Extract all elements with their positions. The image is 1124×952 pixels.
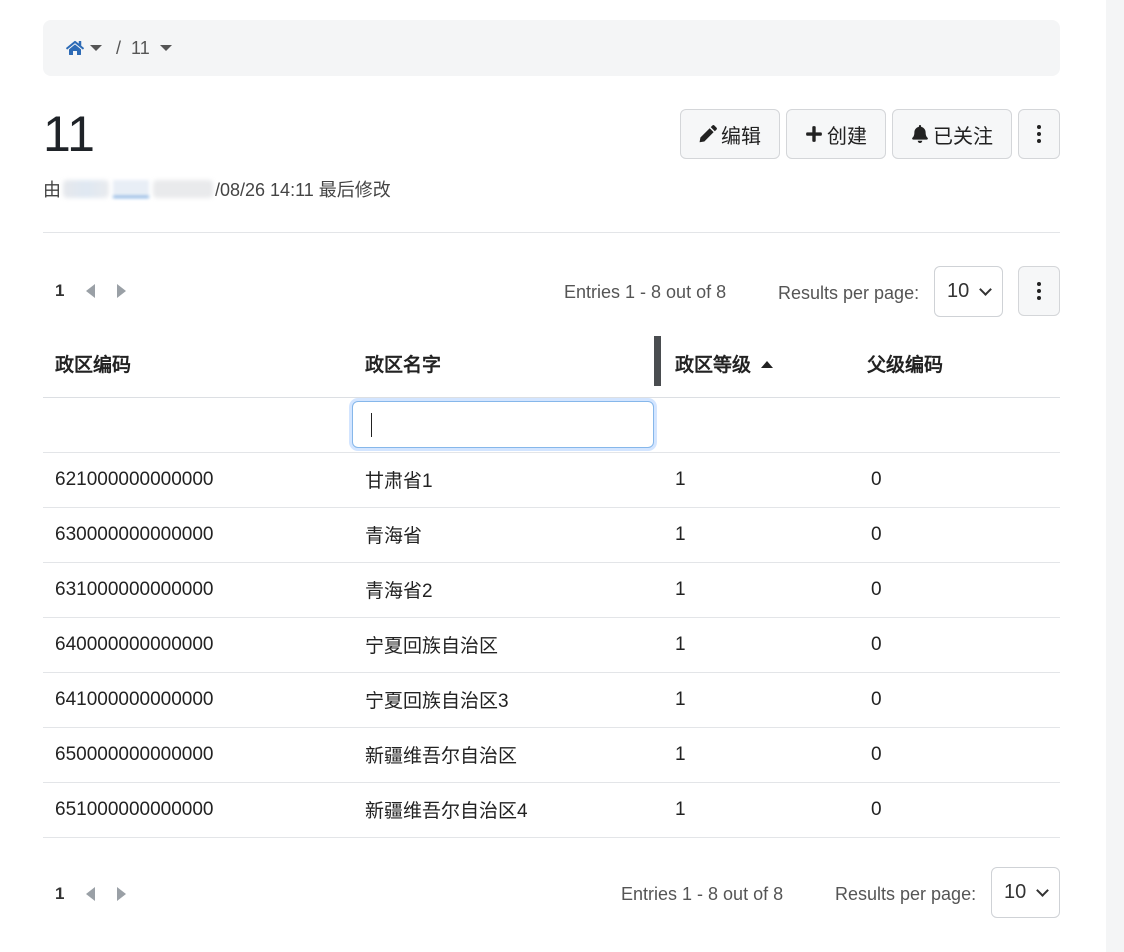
create-button[interactable]: 创建 <box>786 109 886 159</box>
home-icon[interactable] <box>66 40 84 56</box>
prev-page-icon[interactable] <box>86 284 96 298</box>
following-button[interactable]: 已关注 <box>892 109 1012 159</box>
cell-code: 640000000000000 <box>43 617 353 673</box>
column-resize-handle[interactable] <box>654 336 661 386</box>
results-per-page-label: Results per page: <box>778 283 920 303</box>
entries-summary: Entries 1 - 8 out of 8 <box>621 884 784 904</box>
chevron-down-icon <box>1036 884 1049 897</box>
next-page-icon[interactable] <box>117 887 127 901</box>
last-modified-info: 由 /08/26 14:11 最后修改 <box>43 176 391 202</box>
table-options-button[interactable] <box>1018 266 1060 316</box>
cell-name: 新疆维吾尔自治区 <box>353 727 655 783</box>
current-page[interactable]: 1 <box>55 884 64 904</box>
results-per-page-select[interactable]: 10 <box>934 266 1003 317</box>
kebab-icon <box>1037 125 1041 143</box>
cell-level: 1 <box>655 672 855 728</box>
results-per-page-value: 10 <box>947 280 970 302</box>
home-dropdown-caret-icon[interactable] <box>90 45 102 51</box>
redacted-date <box>153 180 213 198</box>
kebab-icon <box>1037 282 1041 300</box>
results-per-page-value: 10 <box>1004 881 1027 903</box>
redacted-user <box>63 180 109 198</box>
text-cursor <box>371 413 372 437</box>
scrollbar-track[interactable] <box>1106 0 1124 952</box>
table-row[interactable]: 650000000000000 新疆维吾尔自治区 1 0 <box>43 727 1060 783</box>
table-row[interactable]: 631000000000000 青海省2 1 0 <box>43 562 1060 618</box>
divider <box>43 232 1060 233</box>
pagination-bottom: 1 <box>55 884 127 904</box>
modified-prefix: 由 <box>43 180 61 200</box>
cell-level: 1 <box>655 782 855 838</box>
column-header-name[interactable]: 政区名字 <box>353 330 655 398</box>
sort-ascending-icon[interactable] <box>761 360 774 368</box>
plus-icon <box>806 126 822 142</box>
table-row[interactable]: 641000000000000 宁夏回族自治区3 1 0 <box>43 672 1060 728</box>
table-row[interactable]: 640000000000000 宁夏回族自治区 1 0 <box>43 617 1060 673</box>
cell-parent-code: 0 <box>855 672 1060 728</box>
cell-code: 631000000000000 <box>43 562 353 618</box>
entries-summary: Entries 1 - 8 out of 8 <box>564 282 727 302</box>
cell-code: 630000000000000 <box>43 507 353 563</box>
current-page[interactable]: 1 <box>55 281 64 301</box>
pagination-top: 1 <box>55 281 127 301</box>
cell-code: 650000000000000 <box>43 727 353 783</box>
breadcrumb: / 11 <box>43 20 1060 76</box>
cell-name: 甘肃省1 <box>353 452 655 508</box>
breadcrumb-separator: / <box>116 37 122 58</box>
cell-name: 宁夏回族自治区3 <box>353 672 655 728</box>
cell-level: 1 <box>655 452 855 508</box>
cell-parent-code: 0 <box>855 727 1060 783</box>
cell-parent-code: 0 <box>855 507 1060 563</box>
more-actions-button[interactable] <box>1018 109 1060 159</box>
cell-parent-code: 0 <box>855 562 1060 618</box>
table-header-row: 政区编码 政区名字 政区等级 父级编码 <box>43 330 1060 398</box>
column-header-code[interactable]: 政区编码 <box>43 330 353 398</box>
results-per-page-label: Results per page: <box>835 884 977 904</box>
cell-parent-code: 0 <box>855 782 1060 838</box>
table-row[interactable]: 651000000000000 新疆维吾尔自治区4 1 0 <box>43 782 1060 838</box>
cell-code: 641000000000000 <box>43 672 353 728</box>
table-row[interactable]: 630000000000000 青海省 1 0 <box>43 507 1060 563</box>
name-filter-input[interactable] <box>352 401 654 448</box>
cell-code: 621000000000000 <box>43 452 353 508</box>
page-actions: 编辑 创建 已关注 <box>680 109 1060 159</box>
cell-parent-code: 0 <box>855 617 1060 673</box>
cell-name: 新疆维吾尔自治区4 <box>353 782 655 838</box>
edit-button[interactable]: 编辑 <box>680 109 780 159</box>
cell-code: 651000000000000 <box>43 782 353 838</box>
cell-parent-code: 0 <box>855 452 1060 508</box>
pencil-icon <box>699 125 717 143</box>
results-per-page-select[interactable]: 10 <box>991 867 1060 918</box>
cell-name: 青海省 <box>353 507 655 563</box>
table-row[interactable]: 621000000000000 甘肃省1 1 0 <box>43 452 1060 508</box>
breadcrumb-current[interactable]: 11 <box>131 38 150 59</box>
bell-icon <box>912 125 928 143</box>
prev-page-icon[interactable] <box>86 887 96 901</box>
cell-level: 1 <box>655 507 855 563</box>
cell-level: 1 <box>655 562 855 618</box>
following-label: 已关注 <box>933 123 993 148</box>
page-title: 11 <box>43 106 95 162</box>
cell-level: 1 <box>655 727 855 783</box>
cell-name: 青海省2 <box>353 562 655 618</box>
filter-row <box>43 397 1060 453</box>
column-header-parent-code[interactable]: 父级编码 <box>855 330 1060 398</box>
next-page-icon[interactable] <box>117 284 127 298</box>
data-table: 政区编码 政区名字 政区等级 父级编码 621000000000000 甘肃省1 1… <box>43 330 1060 838</box>
create-label: 创建 <box>827 123 867 148</box>
breadcrumb-dropdown-caret-icon[interactable] <box>159 45 172 51</box>
cell-level: 1 <box>655 617 855 673</box>
redacted-user-link[interactable] <box>113 180 149 198</box>
chevron-down-icon <box>979 283 992 296</box>
edit-label: 编辑 <box>721 123 761 148</box>
column-header-level[interactable]: 政区等级 <box>654 330 855 398</box>
cell-name: 宁夏回族自治区 <box>353 617 655 673</box>
modified-text: /08/26 14:11 最后修改 <box>215 180 391 200</box>
